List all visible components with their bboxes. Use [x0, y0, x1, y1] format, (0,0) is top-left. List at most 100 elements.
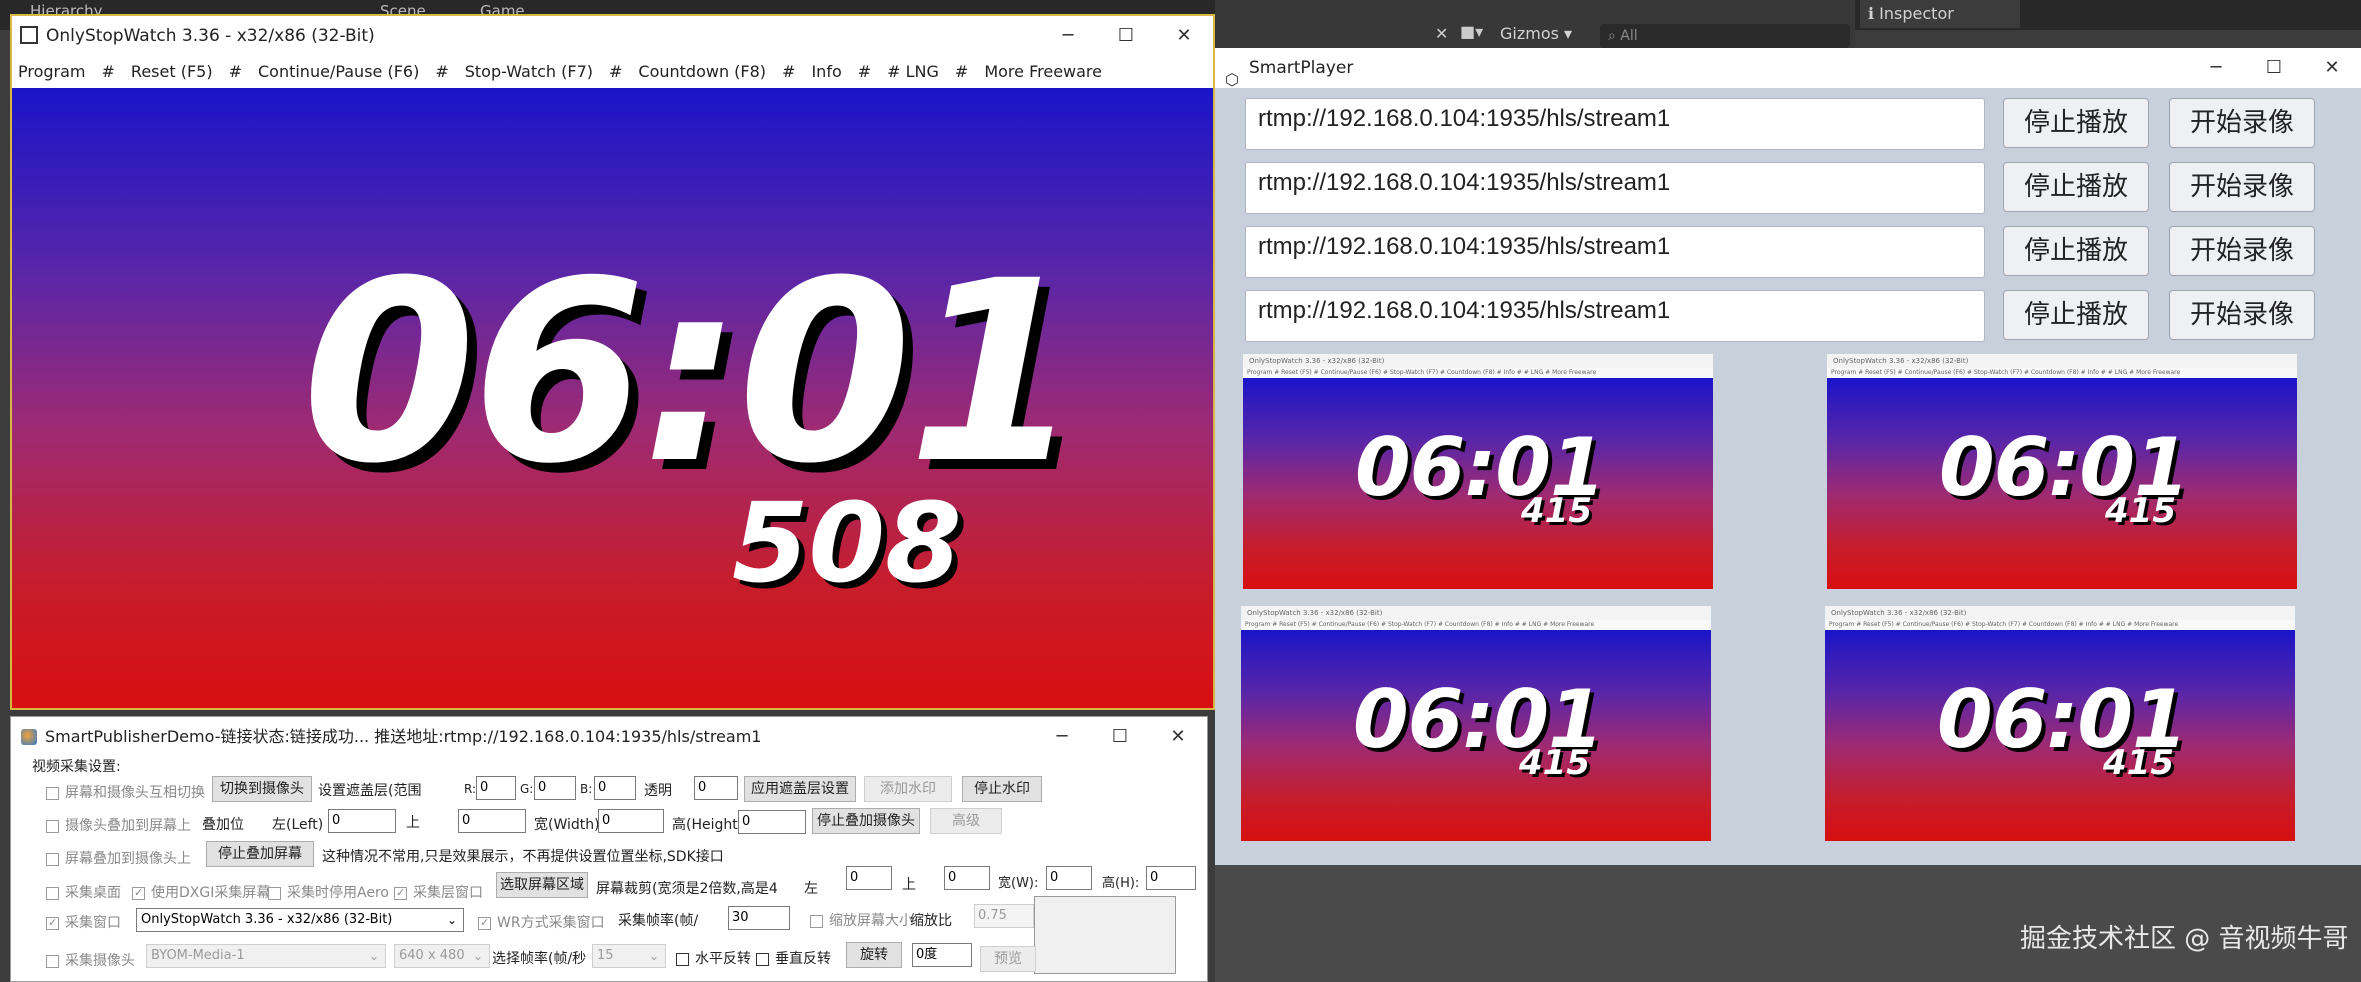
- camera-overlay-checkbox[interactable]: 摄像头叠加到屏幕上: [46, 815, 191, 835]
- gizmos-dropdown[interactable]: Gizmos ▾: [1500, 24, 1572, 43]
- add-watermark-button[interactable]: 添加水印: [864, 776, 952, 802]
- camera-select[interactable]: BYOM-Media-1 ⌄: [146, 944, 386, 968]
- thumb-menu: Program # Reset (F5) # Continue/Pause (F…: [1825, 620, 2295, 630]
- menu-info[interactable]: Info: [811, 56, 841, 88]
- horizontal-flip-checkbox[interactable]: 水平反转: [676, 948, 751, 968]
- screen-camera-switch-checkbox[interactable]: 屏幕和摄像头互相切换: [46, 782, 205, 802]
- height-input[interactable]: 0: [738, 810, 806, 834]
- stop-watermark-button[interactable]: 停止水印: [962, 776, 1042, 802]
- apply-mask-button[interactable]: 应用遮盖层设置: [744, 776, 856, 802]
- tools-icon[interactable]: ✕: [1435, 24, 1448, 43]
- stop-overlay-camera-button[interactable]: 停止叠加摄像头: [812, 808, 920, 834]
- preview-button[interactable]: 预览: [980, 946, 1036, 972]
- crop-top-input[interactable]: 0: [944, 866, 990, 890]
- overlay-note: 这种情况不常用,只是效果展示，不再提供设置位置坐标,SDK接口: [322, 849, 724, 865]
- thumb-menu: Program # Reset (F5) # Continue/Pause (F…: [1243, 368, 1713, 378]
- publisher-app-icon: [21, 729, 37, 745]
- crop-width-input[interactable]: 0: [1046, 866, 1092, 890]
- capture-window-checkbox[interactable]: 采集窗口: [46, 912, 121, 932]
- video-thumbnail[interactable]: OnlyStopWatch 3.36 - x32/x86 (32-Bit) Pr…: [1241, 606, 1711, 841]
- maximize-icon[interactable]: ☐: [2245, 48, 2303, 88]
- screen-overlay-checkbox[interactable]: 屏幕叠加到摄像头上: [46, 848, 191, 868]
- stopwatch-display: 06:01 508: [12, 88, 1213, 708]
- stream-url-input[interactable]: rtmp://192.168.0.104:1935/hls/stream1: [1245, 226, 1985, 278]
- left-input[interactable]: 0: [328, 809, 396, 833]
- use-dxgi-checkbox[interactable]: 使用DXGI采集屏幕: [132, 882, 270, 902]
- vertical-flip-checkbox[interactable]: 垂直反转: [756, 948, 831, 968]
- tab-inspector[interactable]: ℹ Inspector: [1860, 0, 2020, 28]
- menu-more-freeware[interactable]: More Freeware: [984, 56, 1102, 88]
- top-input[interactable]: 0: [458, 809, 526, 833]
- fps-select[interactable]: 15 ⌄: [592, 944, 666, 968]
- alpha-input[interactable]: 0: [694, 776, 738, 800]
- b-input[interactable]: 0: [594, 776, 636, 800]
- minimize-icon[interactable]: ─: [1039, 16, 1097, 56]
- menu-reset[interactable]: Reset (F5): [131, 56, 213, 88]
- stop-play-button[interactable]: 停止播放: [2003, 226, 2149, 276]
- video-thumbnail[interactable]: OnlyStopWatch 3.36 - x32/x86 (32-Bit) Pr…: [1243, 354, 1713, 589]
- thumb-title: OnlyStopWatch 3.36 - x32/x86 (32-Bit): [1827, 354, 2297, 368]
- menu-continue-pause[interactable]: Continue/Pause (F6): [258, 56, 419, 88]
- scale-ratio-input[interactable]: 0.75: [974, 904, 1034, 928]
- width-input[interactable]: 0: [598, 809, 664, 833]
- chevron-down-icon: ⌄: [472, 949, 483, 963]
- switch-to-camera-button[interactable]: 切换到摄像头: [212, 776, 312, 802]
- menu-stop-watch[interactable]: Stop-Watch (F7): [465, 56, 593, 88]
- disable-aero-checkbox[interactable]: 采集时停用Aero: [268, 882, 389, 902]
- chevron-down-icon: ⌄: [368, 949, 379, 963]
- thumb-title: OnlyStopWatch 3.36 - x32/x86 (32-Bit): [1825, 606, 2295, 620]
- smartplayer-titlebar[interactable]: ⬡ SmartPlayer ─ ☐ ✕: [1215, 48, 2361, 89]
- resolution-select[interactable]: 640 x 480 ⌄: [394, 944, 490, 968]
- stop-play-button[interactable]: 停止播放: [2003, 98, 2149, 148]
- menu-program[interactable]: Program: [18, 56, 86, 88]
- close-icon[interactable]: ✕: [1155, 16, 1213, 56]
- start-record-button[interactable]: 开始录像: [2169, 226, 2315, 276]
- stream-url-input[interactable]: rtmp://192.168.0.104:1935/hls/stream1: [1245, 290, 1985, 342]
- advanced-button[interactable]: 高级: [930, 808, 1002, 834]
- crop-height-input[interactable]: 0: [1146, 866, 1196, 890]
- camera-icon[interactable]: ■▾: [1460, 22, 1483, 41]
- select-screen-region-button[interactable]: 选取屏幕区域: [496, 872, 588, 898]
- capture-fps-input[interactable]: 30: [728, 906, 790, 930]
- capture-desktop-checkbox[interactable]: 采集桌面: [46, 882, 121, 902]
- scale-screen-checkbox[interactable]: 缩放屏幕大小: [810, 910, 913, 930]
- publisher-titlebar[interactable]: SmartPublisherDemo-链接状态:链接成功... 推送地址:rtm…: [11, 717, 1207, 757]
- minimize-icon[interactable]: ─: [1033, 717, 1091, 757]
- stop-play-button[interactable]: 停止播放: [2003, 290, 2149, 340]
- rotate-value-input[interactable]: 0度: [912, 943, 972, 967]
- stream-url-input[interactable]: rtmp://192.168.0.104:1935/hls/stream1: [1245, 98, 1985, 150]
- crop-left-label: 左: [804, 881, 818, 897]
- capture-window-select[interactable]: OnlyStopWatch 3.36 - x32/x86 (32-Bit) ⌄: [136, 908, 464, 932]
- overlay-position-label: 叠加位: [202, 817, 244, 833]
- video-thumbnail[interactable]: OnlyStopWatch 3.36 - x32/x86 (32-Bit) Pr…: [1825, 606, 2295, 841]
- start-record-button[interactable]: 开始录像: [2169, 290, 2315, 340]
- minimize-icon[interactable]: ─: [2187, 48, 2245, 88]
- close-icon[interactable]: ✕: [1149, 717, 1207, 757]
- stop-play-button[interactable]: 停止播放: [2003, 162, 2149, 212]
- capture-camera-checkbox[interactable]: 采集摄像头: [46, 950, 135, 970]
- stop-overlay-screen-button[interactable]: 停止叠加屏幕: [206, 841, 314, 867]
- menu-sep: #: [857, 62, 872, 81]
- video-thumbnail[interactable]: OnlyStopWatch 3.36 - x32/x86 (32-Bit) Pr…: [1827, 354, 2297, 589]
- crop-left-input[interactable]: 0: [846, 866, 892, 890]
- start-record-button[interactable]: 开始录像: [2169, 98, 2315, 148]
- rotate-button[interactable]: 旋转: [846, 942, 902, 968]
- thumb-millis: 415: [2105, 491, 2176, 531]
- top-label: 上: [406, 815, 420, 831]
- stopwatch-titlebar[interactable]: OnlyStopWatch 3.36 - x32/x86 (32-Bit) ─ …: [12, 16, 1213, 56]
- g-input[interactable]: 0: [534, 776, 576, 800]
- menu-sep: #: [101, 62, 115, 81]
- crop-width-label: 宽(W):: [998, 876, 1039, 891]
- close-icon[interactable]: ✕: [2303, 48, 2361, 88]
- menu-lng[interactable]: # LNG: [887, 56, 939, 88]
- maximize-icon[interactable]: ☐: [1091, 717, 1149, 757]
- scene-search-input[interactable]: ⌕ All: [1600, 24, 1850, 48]
- capture-layer-window-checkbox[interactable]: 采集层窗口: [394, 882, 483, 902]
- menu-countdown[interactable]: Countdown (F8): [638, 56, 766, 88]
- r-input[interactable]: 0: [476, 776, 516, 800]
- menu-sep: #: [782, 62, 796, 81]
- stream-url-input[interactable]: rtmp://192.168.0.104:1935/hls/stream1: [1245, 162, 1985, 214]
- wr-capture-checkbox[interactable]: WR方式采集窗口: [478, 912, 605, 932]
- maximize-icon[interactable]: ☐: [1097, 16, 1155, 56]
- start-record-button[interactable]: 开始录像: [2169, 162, 2315, 212]
